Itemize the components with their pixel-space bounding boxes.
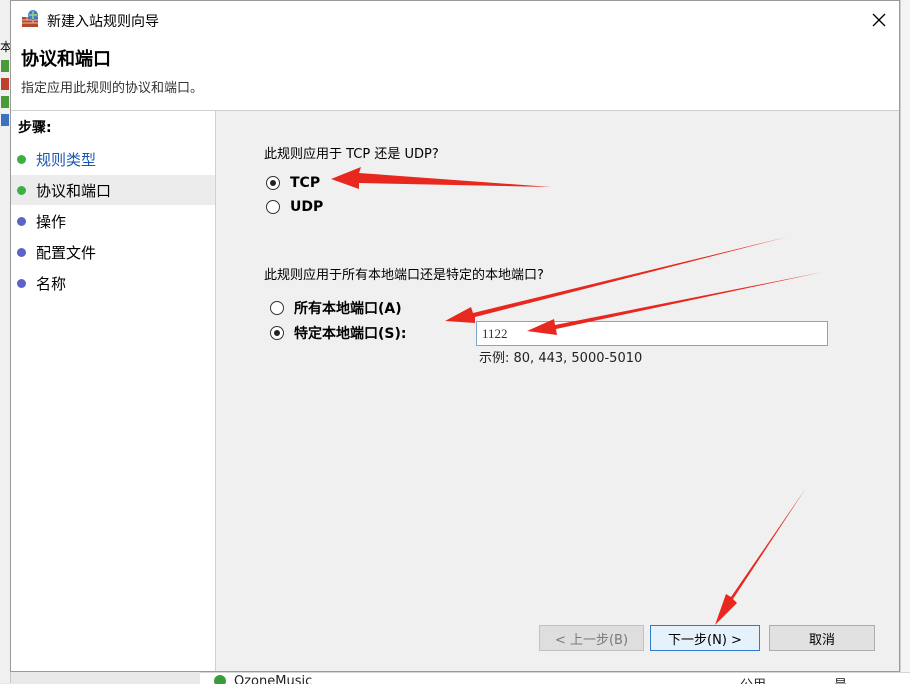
step-status-icon bbox=[17, 278, 26, 288]
close-icon bbox=[872, 13, 886, 27]
step-label: 名称 bbox=[36, 274, 67, 293]
protocol-question: 此规则应用于 TCP 还是 UDP? bbox=[264, 147, 439, 162]
steps-panel: 步骤: 规则类型 协议和端口 操作 配置文件 名称 bbox=[11, 111, 216, 671]
back-button[interactable]: < 上一步(B) bbox=[539, 625, 644, 651]
radio-selected-icon bbox=[266, 176, 280, 190]
background-list-row: QzoneMusic 公用 是 bbox=[200, 672, 910, 684]
step-label: 规则类型 bbox=[36, 150, 97, 169]
step-status-icon bbox=[17, 185, 26, 195]
radio-specific-ports[interactable]: 特定本地端口(S): bbox=[270, 323, 406, 343]
background-icon bbox=[1, 96, 9, 108]
wizard-body: 步骤: 规则类型 协议和端口 操作 配置文件 名称 此规则应用于 TCP 还是 … bbox=[11, 111, 899, 671]
content-panel: 此规则应用于 TCP 还是 UDP? TCP UDP 此规则应用于所有本地端口还… bbox=[216, 111, 901, 671]
background-icon bbox=[1, 78, 9, 90]
page-subtitle: 指定应用此规则的协议和端口。 bbox=[21, 81, 204, 96]
step-label: 配置文件 bbox=[36, 243, 97, 262]
page-header: 协议和端口 指定应用此规则的协议和端口。 bbox=[11, 39, 899, 111]
background-icon bbox=[1, 60, 9, 72]
page-title: 协议和端口 bbox=[21, 49, 111, 70]
radio-specific-ports-label: 特定本地端口(S): bbox=[294, 326, 407, 342]
radio-all-ports-label: 所有本地端口(A) bbox=[294, 301, 402, 317]
radio-unselected-icon bbox=[266, 200, 280, 214]
step-protocol-ports[interactable]: 协议和端口 bbox=[11, 175, 215, 205]
radio-tcp[interactable]: TCP bbox=[266, 175, 320, 191]
radio-all-ports[interactable]: 所有本地端口(A) bbox=[270, 298, 402, 318]
specific-ports-input[interactable]: 1122 bbox=[476, 321, 828, 346]
radio-udp[interactable]: UDP bbox=[266, 199, 323, 215]
background-window-edge-right bbox=[900, 0, 910, 683]
ports-example-hint: 示例: 80, 443, 5000-5010 bbox=[479, 351, 643, 366]
close-button[interactable] bbox=[863, 5, 895, 35]
radio-tcp-label: TCP bbox=[290, 175, 321, 191]
step-label: 协议和端口 bbox=[36, 181, 112, 200]
step-name: 名称 bbox=[11, 268, 215, 298]
next-button[interactable]: 下一步(N) > bbox=[650, 625, 760, 651]
window-title: 新建入站规则向导 bbox=[47, 14, 159, 30]
title-bar: 新建入站规则向导 bbox=[11, 1, 899, 39]
radio-selected-icon bbox=[270, 326, 284, 340]
background-icon bbox=[1, 114, 9, 126]
steps-heading: 步骤: bbox=[18, 120, 52, 136]
step-status-icon bbox=[17, 154, 26, 164]
step-action: 操作 bbox=[11, 206, 215, 236]
new-inbound-rule-wizard: 新建入站规则向导 协议和端口 指定应用此规则的协议和端口。 步骤: 规则类型 协… bbox=[10, 0, 900, 672]
step-rule-type[interactable]: 规则类型 bbox=[11, 144, 215, 174]
cancel-button[interactable]: 取消 bbox=[769, 625, 875, 651]
step-profile: 配置文件 bbox=[11, 237, 215, 267]
radio-udp-label: UDP bbox=[290, 199, 324, 215]
step-status-icon bbox=[17, 216, 26, 226]
radio-unselected-icon bbox=[270, 301, 284, 315]
step-label: 操作 bbox=[36, 212, 67, 231]
ports-question: 此规则应用于所有本地端口还是特定的本地端口? bbox=[264, 268, 544, 283]
step-status-icon bbox=[17, 247, 26, 257]
firewall-icon bbox=[21, 10, 39, 28]
